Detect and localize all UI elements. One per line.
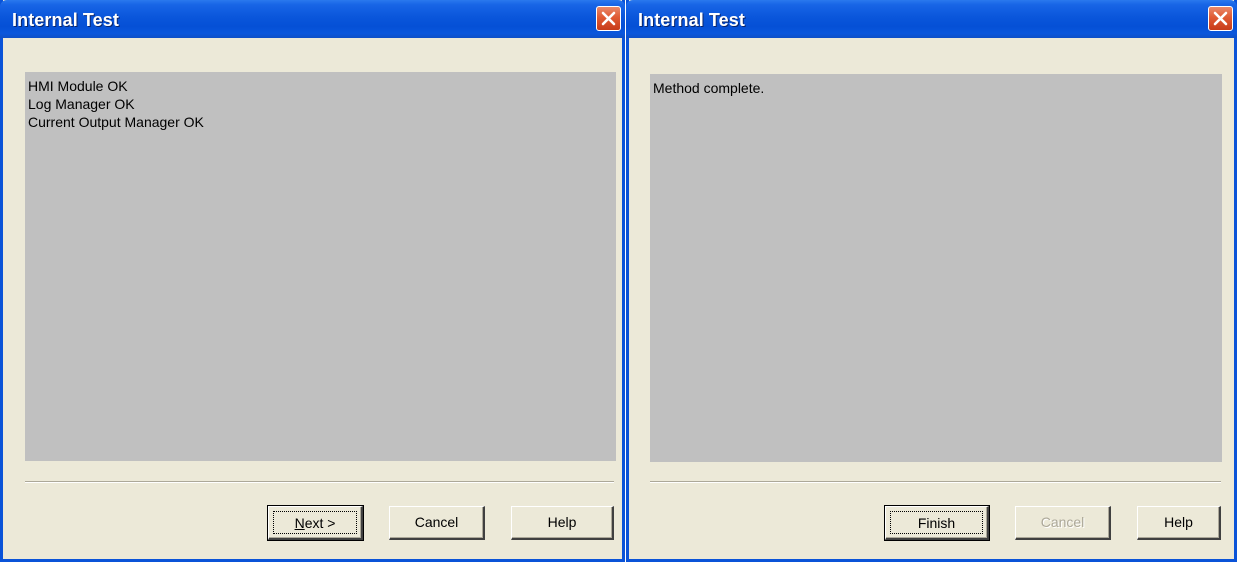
status-panel: Method complete.: [650, 74, 1222, 462]
help-button[interactable]: Help: [511, 506, 614, 540]
status-line: Method complete.: [653, 80, 765, 96]
close-icon: [601, 11, 616, 26]
help-button[interactable]: Help: [1137, 506, 1221, 540]
focus-rect: Next >: [273, 511, 357, 534]
cancel-button[interactable]: Cancel: [389, 506, 485, 540]
status-line: HMI Module OK: [28, 78, 128, 94]
separator: [25, 481, 614, 483]
close-button[interactable]: [1208, 6, 1233, 31]
close-button[interactable]: [596, 6, 621, 31]
status-text: Method complete.: [653, 79, 764, 97]
next-label: ext >: [304, 515, 336, 531]
cancel-button: Cancel: [1015, 506, 1111, 540]
close-icon: [1213, 11, 1228, 26]
window-title: Internal Test: [12, 10, 119, 30]
next-button[interactable]: Next >: [267, 505, 364, 541]
status-panel: HMI Module OK Log Manager OK Current Out…: [25, 72, 616, 461]
internal-test-dialog: Internal Test HMI Module OK Log Manager …: [0, 0, 625, 562]
finish-button[interactable]: Finish: [884, 505, 990, 541]
title-bar[interactable]: Internal Test: [0, 0, 625, 38]
separator: [650, 481, 1221, 483]
status-text: HMI Module OK Log Manager OK Current Out…: [28, 77, 204, 131]
next-mnemonic: N: [294, 515, 305, 531]
internal-test-dialog: Internal Test Method complete. Finish Ca…: [626, 0, 1237, 562]
focus-rect: Finish: [890, 511, 983, 534]
window-title: Internal Test: [638, 10, 745, 30]
status-line: Current Output Manager OK: [28, 114, 204, 130]
status-line: Log Manager OK: [28, 96, 135, 112]
title-bar[interactable]: Internal Test: [626, 0, 1237, 38]
